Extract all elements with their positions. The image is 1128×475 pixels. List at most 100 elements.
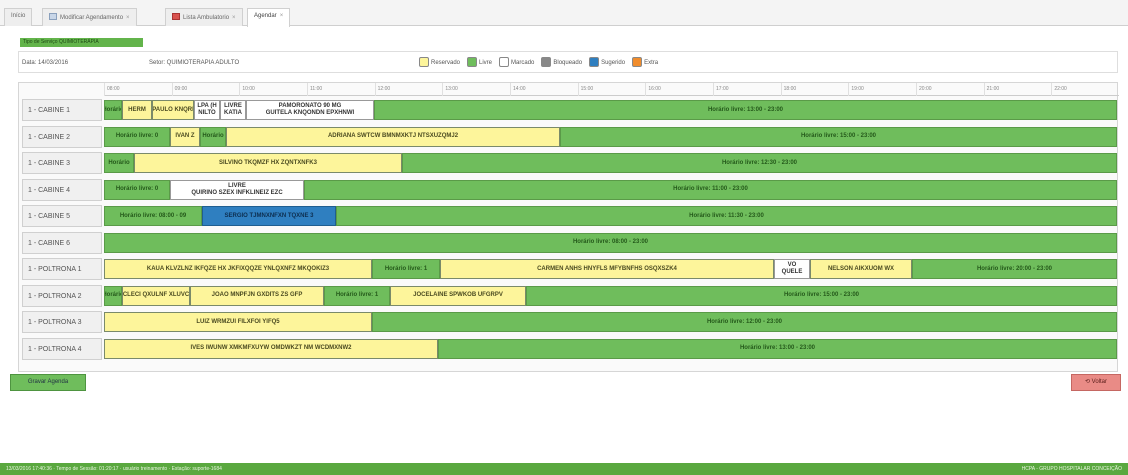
free-slot[interactable]: Horário livre: 12:00 - 23:00: [372, 312, 1117, 332]
legend-swatch: [541, 57, 552, 67]
institution-name: HCPA - GRUPO HOSPITALAR CONCEIÇÃO: [1021, 466, 1122, 472]
document-icon: [49, 13, 57, 20]
slot-label: SERGIO TJMNXNFXN TQXNE 3: [224, 212, 314, 219]
timeline-hour: 11:00: [307, 83, 375, 96]
tab-modificar-agendamento[interactable]: Modificar Agendamento ×: [42, 8, 137, 26]
legend-item: Bloqueado: [541, 57, 582, 67]
appointment-slot[interactable]: KAUA KLVZLNZ IKFQZE HX JKFIXQQZE YNLQXNF…: [104, 259, 372, 279]
free-slot[interactable]: Horário livre: 13:00 - 23:00: [438, 338, 1117, 359]
legend-label: Reservado: [431, 60, 461, 66]
tab-inicio[interactable]: Início: [4, 8, 33, 26]
back-button[interactable]: ⟲ Voltar: [1071, 374, 1121, 391]
tab-label: Início: [11, 13, 26, 19]
legend-item: Sugerido: [589, 57, 625, 67]
resource-lane: IVES IWUNW XMKMFXUYW OMDWKZT NM WCDMXNW2…: [104, 338, 1117, 360]
appointment-slot[interactable]: PAULO KNQRI: [152, 100, 194, 120]
timeline-hour: 22:00: [1051, 83, 1119, 96]
free-slot[interactable]: Horário: [104, 153, 134, 173]
back-label: Voltar: [1091, 379, 1108, 385]
slot-label: CARMEN ANHS HNYFLS MFYBNFHS OSQXSZK4: [537, 265, 677, 272]
legend-item: Marcado: [499, 57, 534, 67]
appointment-slot[interactable]: PAMORONATO 90 MG GUITELA KNQONDN EPXHNWI: [246, 100, 374, 120]
timeline-hour: 20:00: [916, 83, 984, 96]
appointment-slot[interactable]: LPA (H NILTO: [194, 100, 220, 120]
free-slot[interactable]: Horário: [104, 100, 122, 120]
free-slot[interactable]: Horário livre: 13:00 - 23:00: [374, 100, 1117, 120]
schedule-date: Data: 14/03/2016: [22, 60, 69, 66]
free-slot[interactable]: Horário livre: 11:00 - 23:00: [304, 179, 1117, 200]
close-icon[interactable]: ×: [126, 15, 130, 21]
save-schedule-button[interactable]: Gravar Agenda: [10, 374, 86, 391]
appointment-slot[interactable]: SERGIO TJMNXNFXN TQXNE 3: [202, 206, 336, 226]
slot-label: ADRIANA SWTCW BMNMXKTJ NTSXUZQMJ2: [327, 133, 459, 139]
slot-label: Horário livre: 0: [115, 133, 159, 139]
resource-lane: Horário HERM PAULO KNQRILPA (H NILTO LIVRE …: [104, 99, 1117, 121]
resource-label: 1 - CABINE 5: [22, 205, 102, 227]
appointment-slot[interactable]: IVAN Z: [170, 126, 200, 147]
free-slot[interactable]: Horário livre: 08:00 - 23:00: [104, 232, 1117, 253]
timeline-hour: 10:00: [239, 83, 307, 96]
timeline-hour: 12:00: [374, 83, 443, 96]
free-slot[interactable]: Horário livre: 0: [104, 179, 170, 200]
free-slot[interactable]: Horário livre: 1: [324, 285, 390, 306]
timeline-hour: 19:00: [848, 83, 916, 96]
timeline-hour: 18:00: [780, 83, 849, 96]
free-slot[interactable]: Horário livre: 20:00 - 23:00: [912, 259, 1117, 279]
slot-label: PAMORONATO 90 MG GUITELA KNQONDN EPXHNWI: [265, 103, 355, 116]
slot-label: Horário livre: 08:00 - 09: [119, 212, 187, 219]
list-icon: [172, 13, 180, 20]
resource-lane: KAUA KLVZLNZ IKFQZE HX JKFIXQQZE YNLQXNF…: [104, 258, 1117, 280]
appointment-slot[interactable]: CLECI QXULNF XLUVC: [122, 285, 190, 306]
legend-swatch: [632, 57, 643, 67]
appointment-slot[interactable]: IVES IWUNW XMKMFXUYW OMDWKZT NM WCDMXNW2: [104, 338, 438, 359]
appointment-slot[interactable]: NELSON AIKXUOM WX: [810, 259, 912, 279]
resource-label: 1 - CABINE 2: [22, 125, 102, 148]
free-slot[interactable]: Horário livre: 12:30 - 23:00: [402, 153, 1117, 173]
resource-label: 1 - CABINE 4: [22, 178, 102, 201]
timeline-hour: 17:00: [713, 83, 781, 96]
tab-lista-ambulatorio[interactable]: Lista Ambulatorio ×: [165, 8, 243, 26]
appointment-slot[interactable]: SILVINO TKQMZF HX ZQNTXNFK3: [134, 153, 402, 173]
free-slot[interactable]: Horário livre: 11:30 - 23:00: [336, 206, 1117, 226]
tab-agendar[interactable]: Agendar ×: [247, 8, 291, 27]
status-bar: 13/03/2016 17:40:36 · Tempo de Sessão: 0…: [0, 463, 1128, 475]
appointment-slot[interactable]: JOCELAINE SPWKOB UFGRPV: [390, 285, 526, 306]
status-legend: Reservado Livre Marcado Bloqueado Sugerido Ex…: [419, 57, 665, 67]
free-slot[interactable]: Horário: [200, 126, 226, 147]
slot-label: SILVINO TKQMZF HX ZQNTXNFK3: [219, 159, 317, 166]
appointment-slot[interactable]: CARMEN ANHS HNYFLS MFYBNFHS OSQXSZK4: [440, 259, 774, 279]
free-slot[interactable]: Horário livre: 1: [372, 259, 440, 279]
schedule-grid: 08:00 09:00 10:00 11:00 12:00 13:00 14:00 15:00…: [18, 82, 1119, 372]
appointment-slot[interactable]: JOAO MNPFJN GXDITS ZS GFP: [190, 285, 324, 306]
free-slot[interactable]: Horário livre: 08:00 - 09: [104, 206, 202, 226]
slot-label: Horário: [105, 106, 121, 113]
timeline-hour: 21:00: [983, 83, 1052, 96]
free-slot[interactable]: Horário livre: 15:00 - 23:00: [560, 126, 1117, 147]
free-slot[interactable]: Horário livre: 15:00 - 23:00: [526, 285, 1117, 306]
tab-label: Modificar Agendamento: [60, 15, 124, 21]
appointment-slot[interactable]: ADRIANA SWTCW BMNMXKTJ NTSXUZQMJ2: [226, 126, 560, 147]
resource-lane: Horário livre: 08:00 - 09 SERGIO TJMNXNFX…: [104, 205, 1117, 227]
timeline-hour: 15:00: [577, 83, 646, 96]
resource-label: 1 - POLTRONA 2: [22, 284, 102, 307]
appointment-slot[interactable]: HERM: [122, 100, 152, 120]
session-info: 13/03/2016 17:40:36 · Tempo de Sessão: 0…: [6, 466, 222, 472]
legend-item: Livre: [467, 57, 492, 67]
slot-label: Horário livre: 11:00 - 23:00: [673, 186, 748, 192]
appointment-slot[interactable]: VO QUELE: [774, 259, 810, 279]
appointment-slot[interactable]: LUIZ WRMZUI FILXFOI YIFQ5: [104, 312, 372, 332]
free-slot[interactable]: Horário: [104, 285, 122, 306]
back-arrow-icon: ⟲: [1084, 379, 1092, 385]
appointment-slot[interactable]: LIVRE KATIA: [220, 100, 246, 120]
resource-lane: Horário livre: 08:00 - 23:00: [104, 232, 1117, 254]
resource-label: 1 - POLTRONA 4: [22, 337, 102, 360]
close-icon[interactable]: ×: [232, 15, 236, 21]
close-icon[interactable]: ×: [280, 13, 284, 19]
appointment-slot[interactable]: LIVRE QUIRINO SZEX INFKLINEIZ EZC: [170, 179, 304, 200]
free-slot[interactable]: Horário livre: 0: [104, 126, 170, 147]
resource-label: 1 - CABINE 1: [22, 99, 102, 121]
info-bar: Data: 14/03/2016 Setor: QUIMIOTERAPIA AD…: [18, 51, 1118, 73]
slot-label: CLECI QXULNF XLUVC: [122, 292, 190, 298]
resource-label: 1 - POLTRONA 3: [22, 311, 102, 333]
resource-lane: Horário SILVINO TKQMZF HX ZQNTXNFK3 Horári…: [104, 152, 1117, 174]
